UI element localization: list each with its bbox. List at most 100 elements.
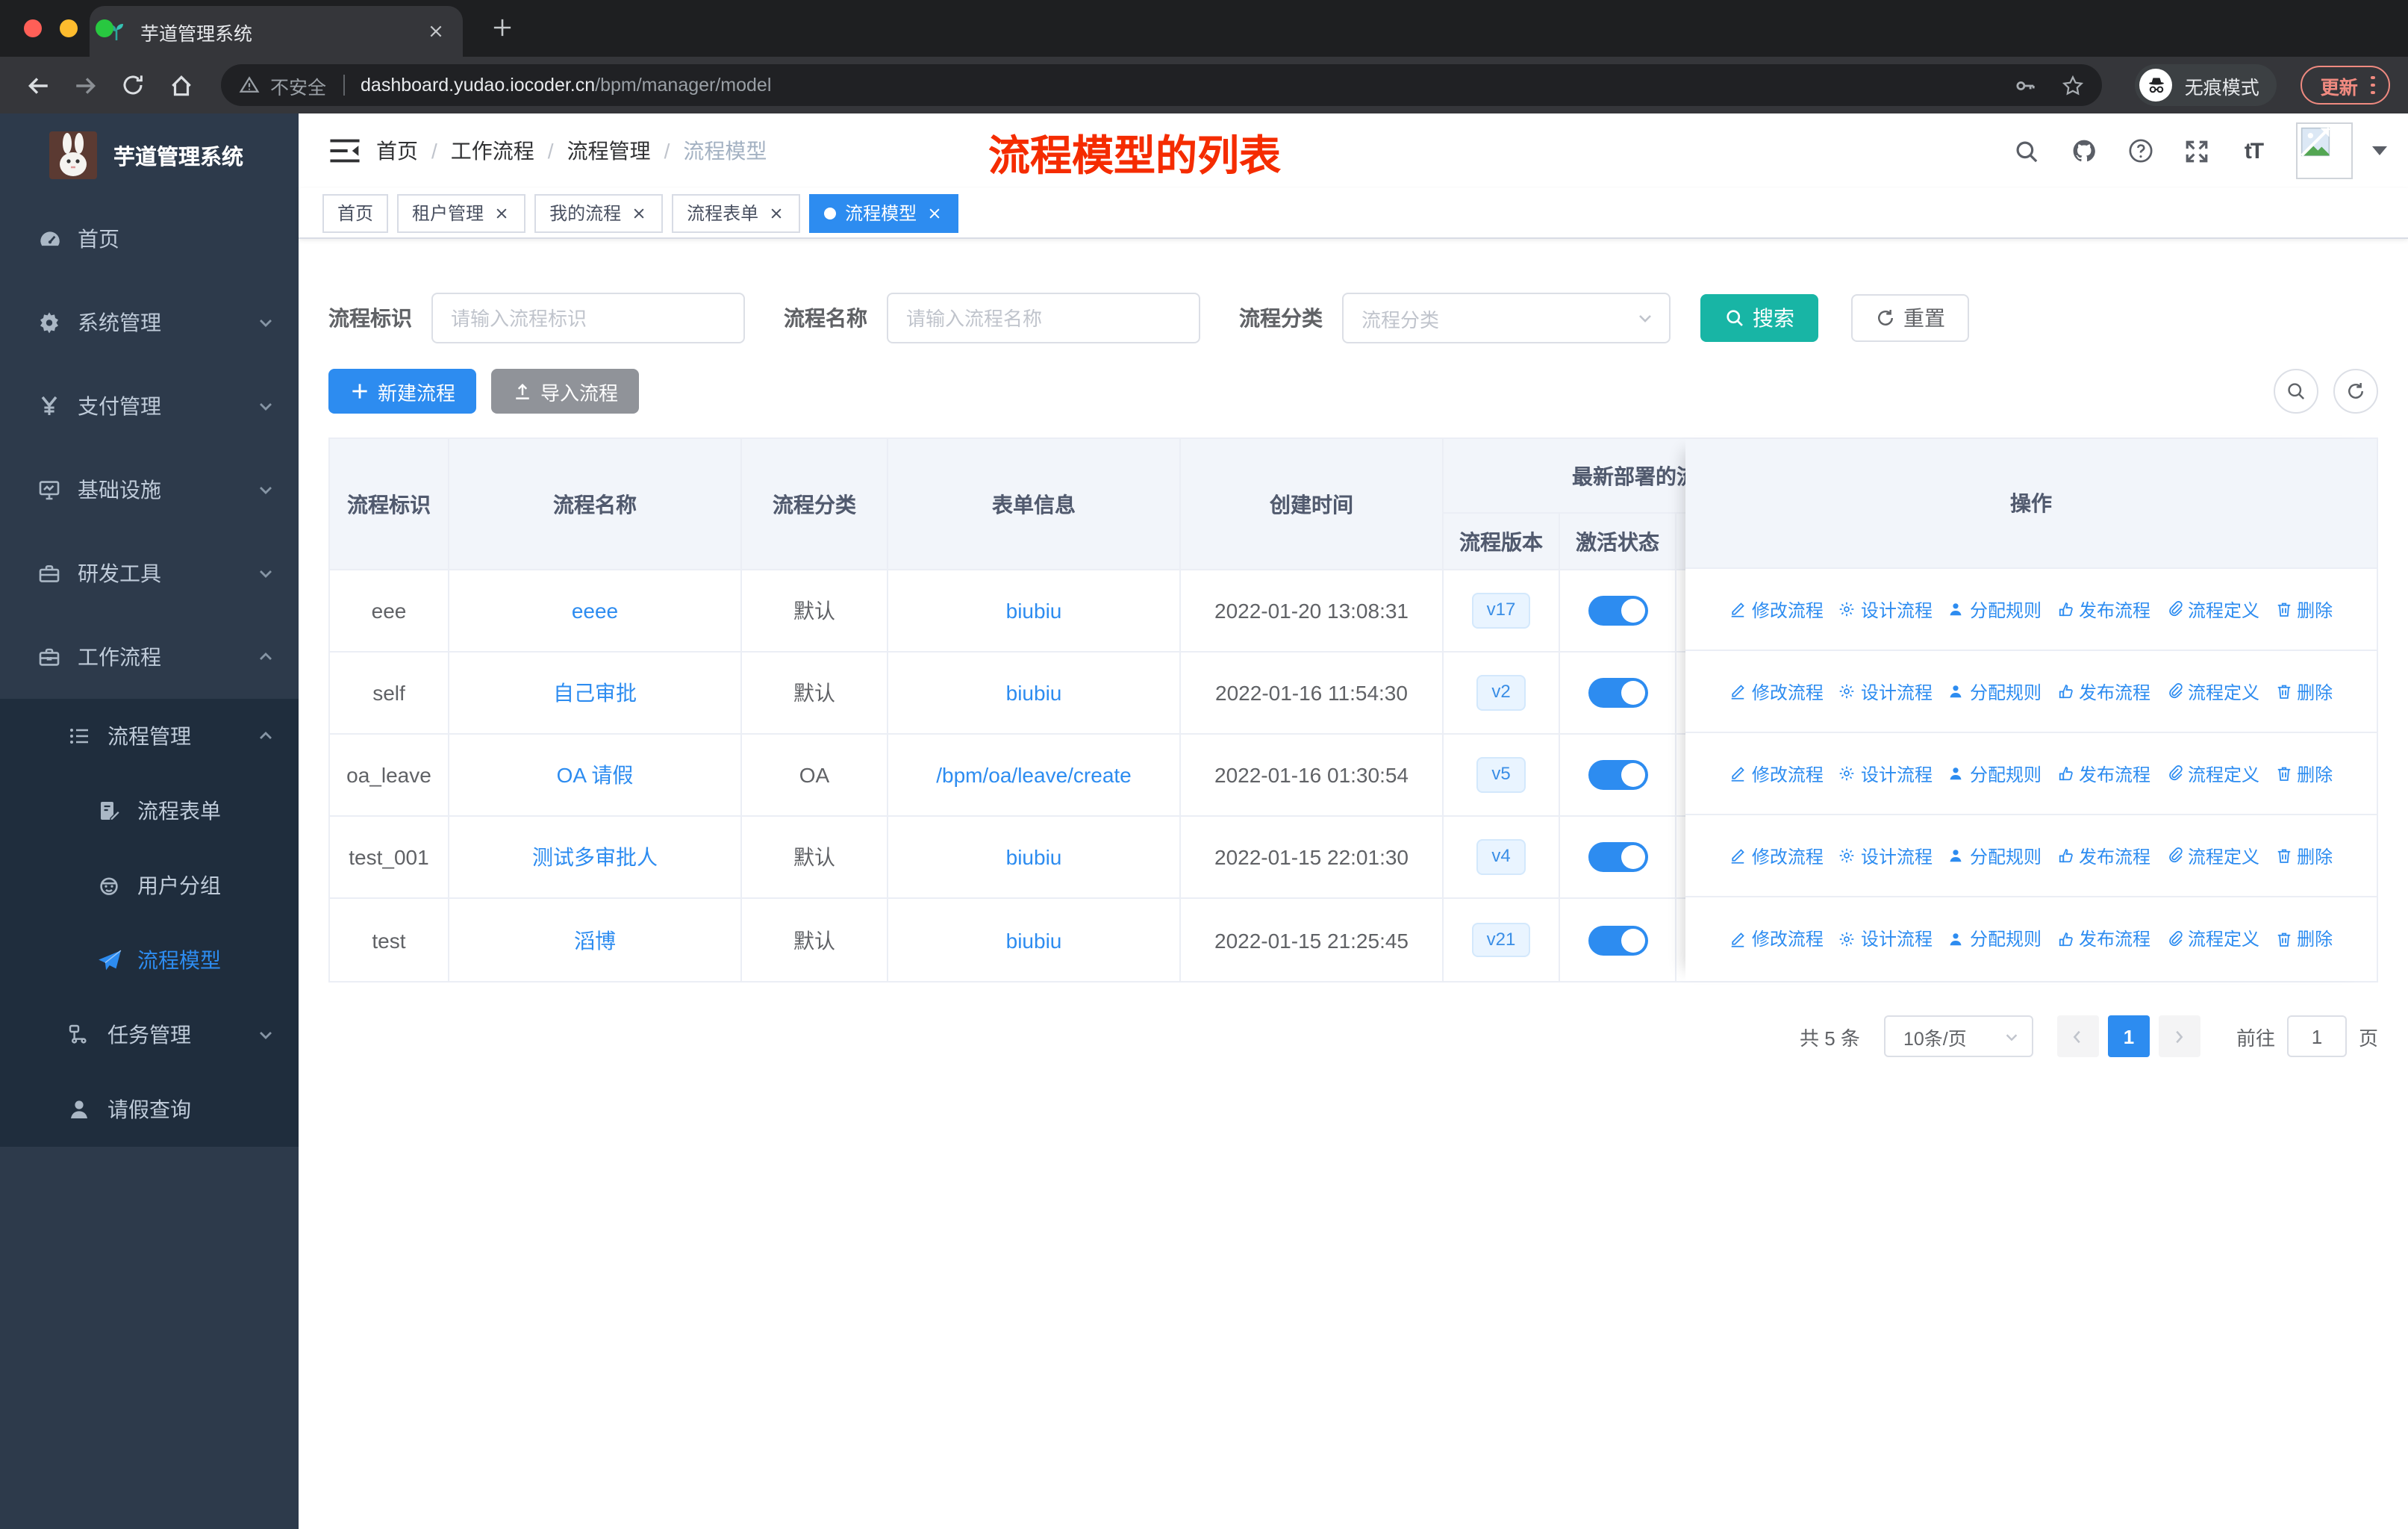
active-toggle[interactable] <box>1588 596 1647 626</box>
tag-close-icon[interactable] <box>493 204 511 222</box>
tag[interactable]: 首页 <box>322 193 389 232</box>
bookmark-star-icon[interactable] <box>2062 74 2085 96</box>
home-button[interactable] <box>161 66 200 105</box>
action-link[interactable]: 删除 <box>2274 597 2333 622</box>
reload-button[interactable] <box>113 66 152 105</box>
sidebar-item[interactable]: 系统管理 <box>0 281 299 364</box>
form-info-link[interactable]: biubiu <box>1006 928 1062 952</box>
action-link[interactable]: 流程定义 <box>2165 926 2259 951</box>
back-button[interactable] <box>18 66 57 105</box>
active-toggle[interactable] <box>1588 678 1647 708</box>
action-link[interactable]: 分配规则 <box>1947 761 2042 786</box>
process-name-link[interactable]: OA 请假 <box>557 760 634 790</box>
action-link[interactable]: 删除 <box>2274 926 2333 951</box>
browser-tab[interactable]: 芋道管理系统 <box>90 6 463 57</box>
sidebar-collapse-icon[interactable] <box>328 134 361 167</box>
tag[interactable]: 流程表单 <box>672 193 801 232</box>
new-tab-button[interactable] <box>484 9 520 45</box>
process-name-input[interactable] <box>887 293 1200 343</box>
action-link[interactable]: 设计流程 <box>1838 597 1933 622</box>
breadcrumb-item[interactable]: 流程管理 <box>567 136 651 166</box>
process-name-link[interactable]: 测试多审批人 <box>532 842 658 872</box>
maximize-window-button[interactable] <box>96 19 113 37</box>
active-toggle[interactable] <box>1588 925 1647 955</box>
action-link[interactable]: 设计流程 <box>1838 926 1933 951</box>
sidebar-item[interactable]: 任务管理 <box>0 997 299 1072</box>
action-link[interactable]: 修改流程 <box>1729 597 1824 622</box>
reset-button[interactable]: 重置 <box>1851 294 1969 342</box>
tab-close-icon[interactable] <box>424 19 448 43</box>
action-link[interactable]: 分配规则 <box>1947 926 2042 951</box>
sidebar-item[interactable]: 流程管理 <box>0 699 299 773</box>
breadcrumb-item[interactable]: 工作流程 <box>451 136 534 166</box>
action-link[interactable]: 流程定义 <box>2165 679 2259 704</box>
close-window-button[interactable] <box>24 19 42 37</box>
github-icon[interactable] <box>2069 137 2097 165</box>
sidebar-item[interactable]: 研发工具 <box>0 532 299 615</box>
action-link[interactable]: 分配规则 <box>1947 679 2042 704</box>
breadcrumb-item[interactable]: 首页 <box>376 136 418 166</box>
process-name-link[interactable]: 滔博 <box>574 925 616 955</box>
forward-button[interactable] <box>66 66 105 105</box>
category-select[interactable]: 流程分类 <box>1342 293 1671 343</box>
action-link[interactable]: 修改流程 <box>1729 926 1824 951</box>
import-process-button[interactable]: 导入流程 <box>491 369 640 414</box>
action-link[interactable]: 删除 <box>2274 843 2333 868</box>
action-link[interactable]: 分配规则 <box>1947 597 2042 622</box>
sidebar-item[interactable]: 支付管理 <box>0 364 299 448</box>
action-link[interactable]: 设计流程 <box>1838 761 1933 786</box>
search-button[interactable]: 搜索 <box>1700 294 1818 342</box>
update-menu-button[interactable]: 更新 <box>2301 66 2390 105</box>
action-link[interactable]: 删除 <box>2274 761 2333 786</box>
sidebar-item[interactable]: 首页 <box>0 197 299 281</box>
tag[interactable]: 我的流程 <box>534 193 664 232</box>
action-link[interactable]: 流程定义 <box>2165 843 2259 868</box>
tag-close-icon[interactable] <box>926 204 943 222</box>
action-link[interactable]: 发布流程 <box>2056 926 2150 951</box>
prev-page-button[interactable] <box>2056 1015 2099 1057</box>
action-link[interactable]: 发布流程 <box>2056 843 2150 868</box>
action-link[interactable]: 删除 <box>2274 679 2333 704</box>
key-icon[interactable] <box>2015 74 2037 96</box>
sidebar-item[interactable]: 请假查询 <box>0 1072 299 1147</box>
caret-down-icon[interactable] <box>2372 146 2387 155</box>
action-link[interactable]: 修改流程 <box>1729 843 1824 868</box>
tag-close-icon[interactable] <box>630 204 648 222</box>
tag-close-icon[interactable] <box>767 204 785 222</box>
current-page-button[interactable]: 1 <box>2107 1015 2150 1057</box>
next-page-button[interactable] <box>2158 1015 2200 1057</box>
action-link[interactable]: 流程定义 <box>2165 761 2259 786</box>
action-link[interactable]: 分配规则 <box>1947 843 2042 868</box>
action-link[interactable]: 设计流程 <box>1838 679 1933 704</box>
sidebar-item[interactable]: 用户分组 <box>0 848 299 923</box>
toggle-search-button[interactable] <box>2274 369 2318 414</box>
form-info-link[interactable]: biubiu <box>1006 681 1062 705</box>
sidebar-item[interactable]: 工作流程 <box>0 615 299 699</box>
action-link[interactable]: 流程定义 <box>2165 597 2259 622</box>
active-toggle[interactable] <box>1588 760 1647 790</box>
url-bar[interactable]: 不安全 dashboard.yudao.iocoder.cn/bpm/manag… <box>221 64 2103 106</box>
sidebar-item[interactable]: 流程模型 <box>0 923 299 997</box>
create-process-button[interactable]: 新建流程 <box>328 369 477 414</box>
action-link[interactable]: 发布流程 <box>2056 761 2150 786</box>
action-link[interactable]: 修改流程 <box>1729 679 1824 704</box>
active-toggle[interactable] <box>1588 842 1647 872</box>
search-icon[interactable] <box>2012 137 2041 165</box>
goto-page-input[interactable] <box>2286 1015 2347 1057</box>
form-info-link[interactable]: /bpm/oa/leave/create <box>936 763 1132 787</box>
process-name-link[interactable]: 自己审批 <box>553 678 637 708</box>
action-link[interactable]: 发布流程 <box>2056 679 2150 704</box>
form-info-link[interactable]: biubiu <box>1006 845 1062 869</box>
action-link[interactable]: 发布流程 <box>2056 597 2150 622</box>
action-link[interactable]: 设计流程 <box>1838 843 1933 868</box>
minimize-window-button[interactable] <box>60 19 78 37</box>
process-name-link[interactable]: eeee <box>572 599 618 623</box>
sidebar-item[interactable]: 流程表单 <box>0 773 299 848</box>
help-icon[interactable] <box>2126 137 2154 165</box>
page-size-select[interactable]: 10条/页 <box>1883 1015 2033 1057</box>
action-link[interactable]: 修改流程 <box>1729 761 1824 786</box>
sidebar-item[interactable]: 基础设施 <box>0 448 299 532</box>
tag[interactable]: 流程模型 <box>809 193 959 232</box>
form-info-link[interactable]: biubiu <box>1006 599 1062 623</box>
process-id-input[interactable] <box>431 293 745 343</box>
